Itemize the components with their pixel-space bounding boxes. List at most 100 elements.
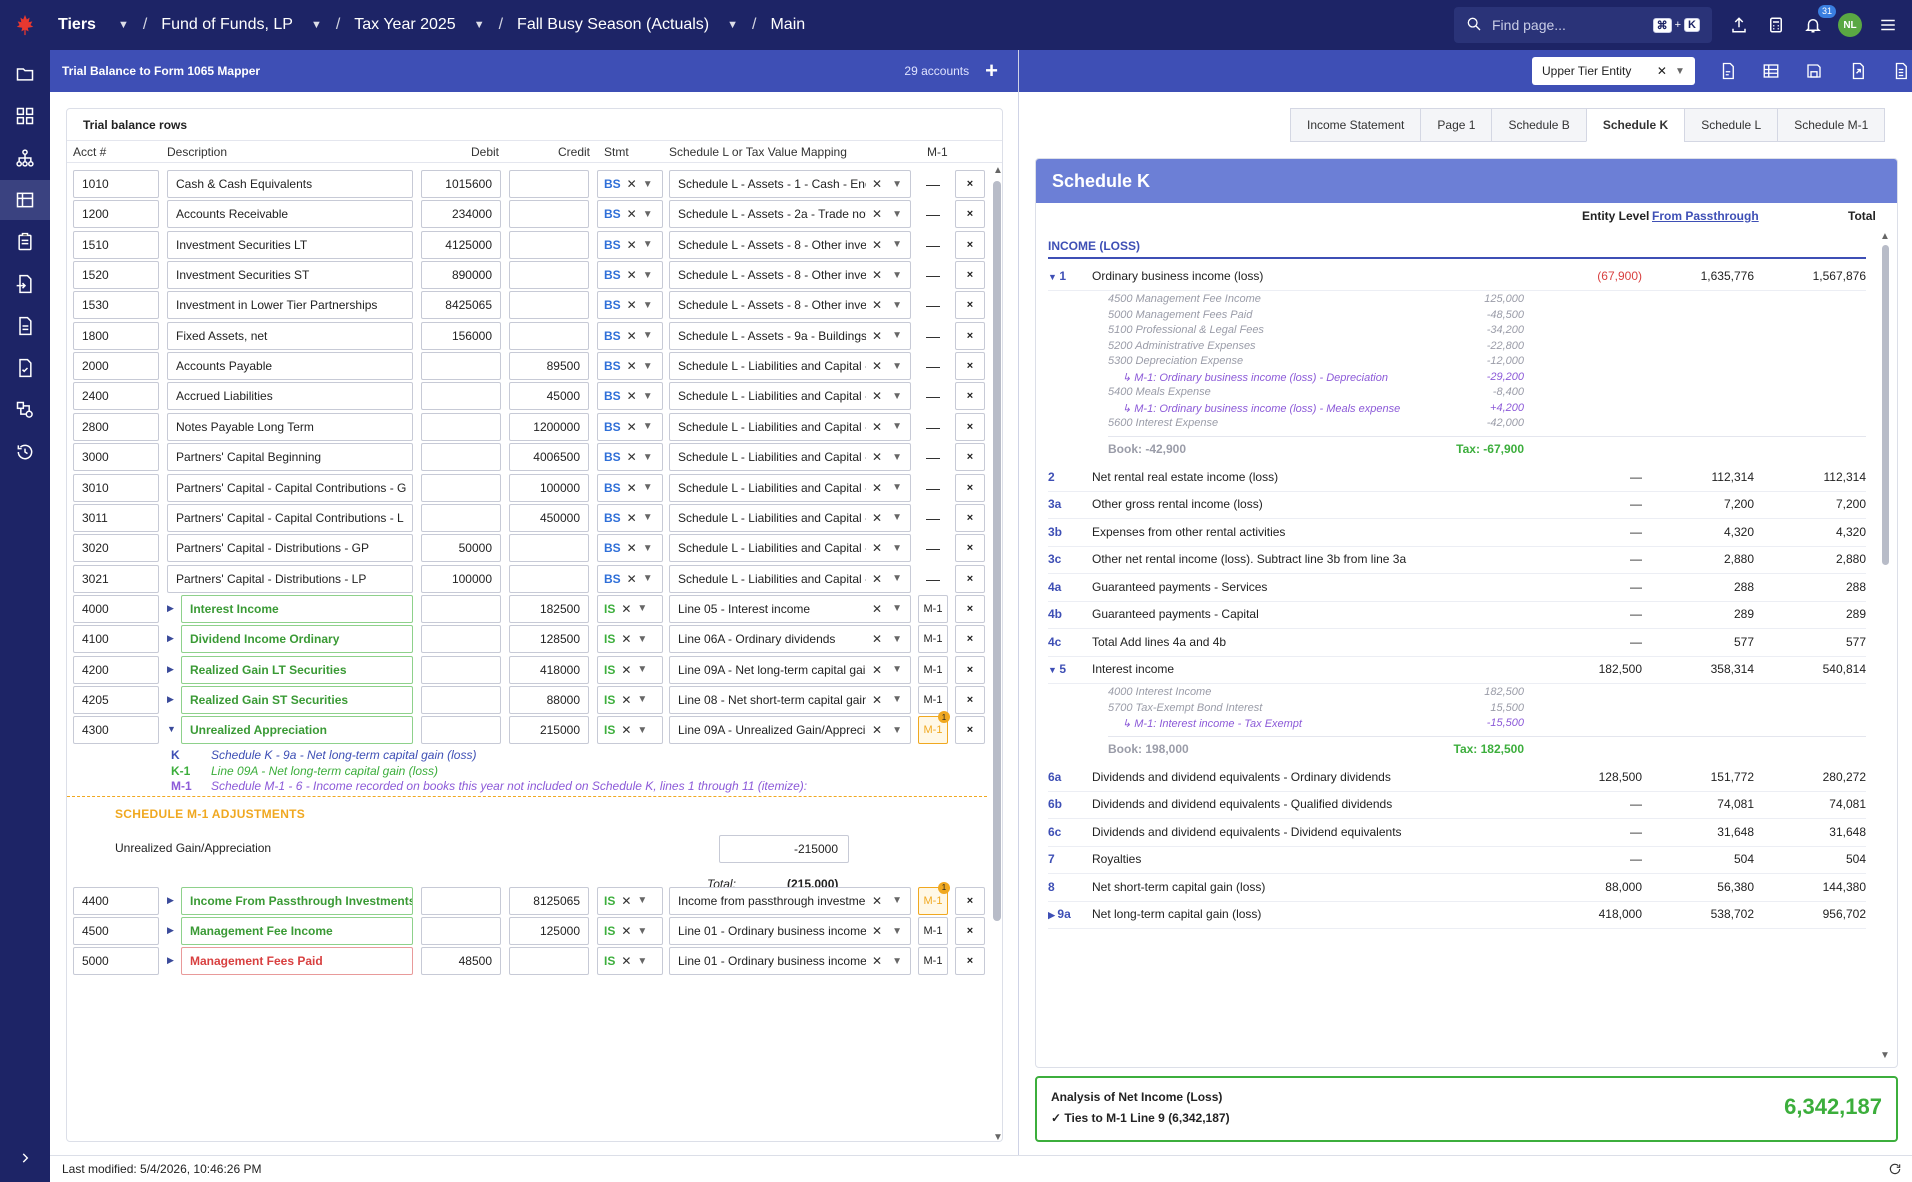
statement-select[interactable]: BS ✕ ▼ <box>597 291 663 320</box>
clear-mapping-icon[interactable]: ✕ <box>872 329 882 343</box>
clear-statement-icon[interactable]: ✕ <box>627 481 637 495</box>
schedule-k-line[interactable]: 3b Expenses from other rental activities —… <box>1048 517 1866 547</box>
schedule-k-line[interactable]: ▼ 1 Ordinary business income (loss) (67,90… <box>1048 261 1866 291</box>
debit-field[interactable]: 8425065 <box>421 291 501 320</box>
delete-row-close-icon[interactable]: × <box>955 230 985 259</box>
save-icon[interactable] <box>1804 59 1825 83</box>
chevron-down-icon[interactable]: ▼ <box>643 300 653 311</box>
collapse-caret-icon[interactable]: ▼ <box>1048 272 1059 282</box>
schedule-k-line[interactable]: 2 Net rental real estate income (loss) — 11… <box>1048 462 1866 492</box>
chevron-down-icon[interactable]: ▼ <box>892 725 902 736</box>
debit-field[interactable]: 100000 <box>421 564 501 593</box>
scroll-up-arrow-icon[interactable]: ▲ <box>993 165 1002 176</box>
description-field[interactable]: Dividend Income Ordinary <box>181 625 413 654</box>
breadcrumb-client[interactable]: Fund of Funds, LP ▼ <box>161 16 322 34</box>
chevron-down-icon[interactable]: ▼ <box>892 391 902 402</box>
credit-field[interactable]: 1200000 <box>509 412 589 441</box>
expand-caret-icon[interactable]: ▶ <box>167 694 174 705</box>
statement-select[interactable]: BS ✕ ▼ <box>597 473 663 502</box>
clear-mapping-icon[interactable]: ✕ <box>872 723 882 737</box>
credit-field[interactable]: 45000 <box>509 382 589 411</box>
debit-field[interactable] <box>421 917 501 945</box>
acct-number-field[interactable]: 3010 <box>73 473 159 502</box>
debit-field[interactable]: 156000 <box>421 321 501 350</box>
col-from-passthrough-link[interactable]: From Passthrough <box>1652 209 1759 223</box>
schedule-k-line[interactable]: 6c Dividends and dividend equivalents - D… <box>1048 817 1866 847</box>
statement-select[interactable]: BS ✕ ▼ <box>597 412 663 441</box>
delete-row-close-icon[interactable]: × <box>955 473 985 502</box>
delete-row-close-icon[interactable]: × <box>955 291 985 320</box>
mapping-select[interactable]: Schedule L - Liabilities and Capital - ✕ ▼ <box>669 352 911 381</box>
clear-mapping-icon[interactable]: ✕ <box>872 238 882 252</box>
chevron-down-icon[interactable]: ▼ <box>637 664 647 675</box>
credit-field[interactable]: 215000 <box>509 716 589 745</box>
chevron-down-icon[interactable]: ▼ <box>892 543 902 554</box>
chevron-down-icon[interactable]: ▼ <box>637 603 647 614</box>
form-pdf-icon[interactable] <box>1717 59 1738 83</box>
statement-select[interactable]: IS ✕ ▼ <box>597 594 663 623</box>
statement-select[interactable]: IS ✕ ▼ <box>597 886 663 915</box>
delete-row-close-icon[interactable]: × <box>955 594 985 623</box>
credit-field[interactable] <box>509 534 589 563</box>
statement-select[interactable]: IS ✕ ▼ <box>597 716 663 745</box>
acct-number-field[interactable]: 2400 <box>73 382 159 411</box>
statement-select[interactable]: BS ✕ ▼ <box>597 503 663 532</box>
clear-statement-icon[interactable]: ✕ <box>627 389 637 403</box>
delete-row-close-icon[interactable]: × <box>955 382 985 411</box>
chevron-down-icon[interactable]: ▼ <box>637 895 647 906</box>
credit-field[interactable]: 418000 <box>509 655 589 684</box>
debit-field[interactable] <box>421 443 501 472</box>
mapping-select[interactable]: Line 06A - Ordinary dividends ✕ ▼ <box>669 625 911 654</box>
acct-number-field[interactable]: 1520 <box>73 261 159 290</box>
tab-schedule-l[interactable]: Schedule L <box>1684 108 1779 142</box>
acct-number-field[interactable]: 4100 <box>73 625 159 654</box>
acct-number-field[interactable]: 1010 <box>73 170 159 198</box>
clear-statement-icon[interactable]: ✕ <box>621 602 631 616</box>
clear-mapping-icon[interactable]: ✕ <box>872 693 882 707</box>
hamburger-menu-icon[interactable] <box>1876 13 1900 37</box>
scroll-down-arrow-icon[interactable]: ▼ <box>993 1132 1002 1141</box>
credit-field[interactable]: 89500 <box>509 352 589 381</box>
chevron-down-icon[interactable]: ▼ <box>643 482 653 493</box>
clear-statement-icon[interactable]: ✕ <box>627 511 637 525</box>
chevron-down-icon[interactable]: ▼ <box>892 664 902 675</box>
chevron-down-icon[interactable]: ▼ <box>892 694 902 705</box>
debit-field[interactable] <box>421 716 501 745</box>
credit-field[interactable]: 100000 <box>509 473 589 502</box>
debit-field[interactable] <box>421 594 501 623</box>
mapping-select[interactable]: Schedule L - Assets - 1 - Cash - End ✕ ▼ <box>669 170 911 198</box>
clear-mapping-icon[interactable]: ✕ <box>872 420 882 434</box>
description-field[interactable]: Unrealized Appreciation <box>181 716 413 745</box>
mapping-select[interactable]: Line 09A - Net long-term capital gain ✕ ▼ <box>669 655 911 684</box>
chevron-down-icon[interactable]: ▼ <box>643 452 653 463</box>
credit-field[interactable]: 128500 <box>509 625 589 654</box>
statement-select[interactable]: BS ✕ ▼ <box>597 382 663 411</box>
delete-row-close-icon[interactable]: × <box>955 321 985 350</box>
clear-statement-icon[interactable]: ✕ <box>627 177 637 191</box>
chevron-down-icon[interactable]: ▼ <box>892 179 902 190</box>
statement-select[interactable]: IS ✕ ▼ <box>597 685 663 714</box>
description-field[interactable]: Partners' Capital - Distributions - LP <box>167 564 413 593</box>
statement-select[interactable]: BS ✕ ▼ <box>597 170 663 198</box>
tab-schedule-k[interactable]: Schedule K <box>1585 108 1686 142</box>
org-structure-icon[interactable] <box>13 146 37 170</box>
delete-row-close-icon[interactable]: × <box>955 261 985 290</box>
mapping-select[interactable]: Line 05 - Interest income ✕ ▼ <box>669 594 911 623</box>
debit-field[interactable]: 234000 <box>421 200 501 229</box>
clear-mapping-icon[interactable]: ✕ <box>872 894 882 908</box>
clear-statement-icon[interactable]: ✕ <box>627 329 637 343</box>
mapping-select[interactable]: Schedule L - Assets - 2a - Trade note ✕ ▼ <box>669 200 911 229</box>
chevron-down-icon[interactable]: ▼ <box>892 634 902 645</box>
chevron-down-icon[interactable]: ▼ <box>892 603 902 614</box>
description-field[interactable]: Realized Gain LT Securities <box>181 655 413 684</box>
acct-number-field[interactable]: 4205 <box>73 685 159 714</box>
mapping-select[interactable]: Schedule L - Assets - 9a - Buildings ✕ ▼ <box>669 321 911 350</box>
description-field[interactable]: Partners' Capital Beginning <box>167 443 413 472</box>
mapping-select[interactable]: Schedule L - Liabilities and Capital - ✕ ▼ <box>669 412 911 441</box>
tab-schedule-b[interactable]: Schedule B <box>1491 108 1587 142</box>
clear-statement-icon[interactable]: ✕ <box>621 894 631 908</box>
clear-mapping-icon[interactable]: ✕ <box>872 450 882 464</box>
clear-statement-icon[interactable]: ✕ <box>621 723 631 737</box>
description-field[interactable]: Management Fee Income <box>181 917 413 945</box>
collapse-caret-icon[interactable]: ▼ <box>1048 665 1059 675</box>
